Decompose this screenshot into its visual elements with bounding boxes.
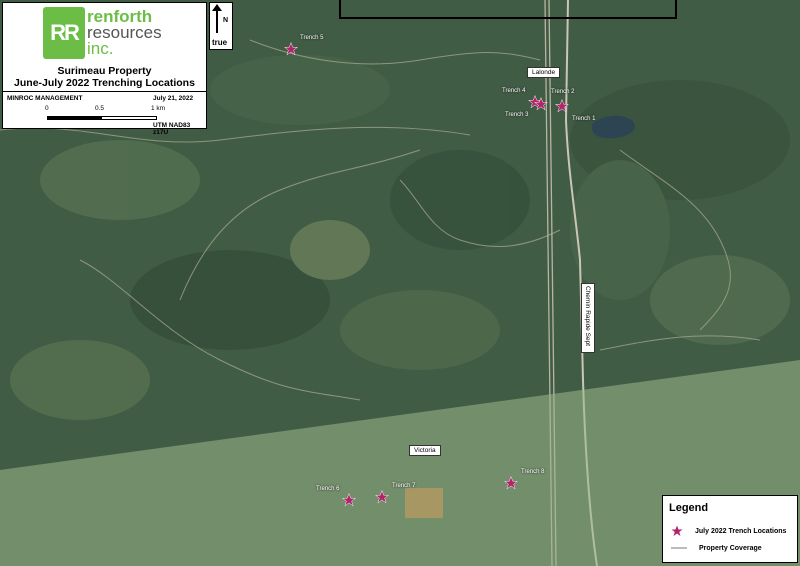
projection-label: UTM NAD83 z17U [153,122,191,136]
legend-trench-label: July 2022 Trench Locations [695,527,787,535]
logo-mark: RR [43,7,85,59]
map-subtitle: June-July 2022 Trenching Locations [14,77,195,89]
trench-label-1: Trench 1 [572,116,596,122]
author-label: MINROC MANAGEMENT [7,95,83,102]
star-icon-trench-3[interactable] [534,97,548,111]
north-true-label: true [212,38,228,47]
trench-label-5: Trench 5 [300,35,324,41]
legend-coverage-line-icon [671,547,687,550]
scale-bar [47,116,157,120]
title-divider [3,91,206,92]
star-icon-trench-6[interactable] [342,493,356,507]
legend-title: Legend [669,502,709,514]
star-icon-trench-7[interactable] [375,490,389,504]
north-arrow-icon [212,4,222,33]
place-label-lalonde: Lalonde [527,67,561,78]
trench-label-8: Trench 8 [521,469,545,475]
legend-row-trench: July 2022 Trench Locations [671,525,786,537]
victoria-clearing [405,488,443,518]
scale-tick-end: 1 km [151,105,166,112]
legend-coverage-label: Property Coverage [699,545,762,552]
north-arrow: N true [209,2,233,50]
star-icon-trench-5[interactable] [284,42,298,56]
trench-label-7: Trench 7 [392,483,416,489]
legend: Legend July 2022 Trench Locations Proper… [662,495,798,563]
legend-star-icon [671,525,683,536]
trench-label-2: Trench 2 [551,89,575,95]
star-icon-trench-1[interactable] [555,99,569,113]
trench-label-6: Trench 6 [316,486,340,492]
date-label: July 21, 2022 [153,95,194,102]
scale-tick-0: 0 [45,105,49,112]
place-label-victoria: Victoria [409,445,441,456]
star-icon-trench-8[interactable] [504,476,518,490]
trench-label-4: Trench 4 [502,88,526,94]
legend-row-coverage: Property Coverage [671,545,762,552]
trench-label-3: Trench 3 [505,112,529,118]
scale-tick-mid: 0.5 [95,105,105,112]
title-block: RR renforth resources inc. Surimeau Prop… [2,2,207,136]
company-name-line3: inc. [87,39,114,58]
north-letter: N [223,17,229,24]
road-label: Chemin Rapide Sept [581,283,595,353]
road-label-text: Chemin Rapide Sept [584,286,591,346]
property-title: Surimeau Property [57,65,152,77]
